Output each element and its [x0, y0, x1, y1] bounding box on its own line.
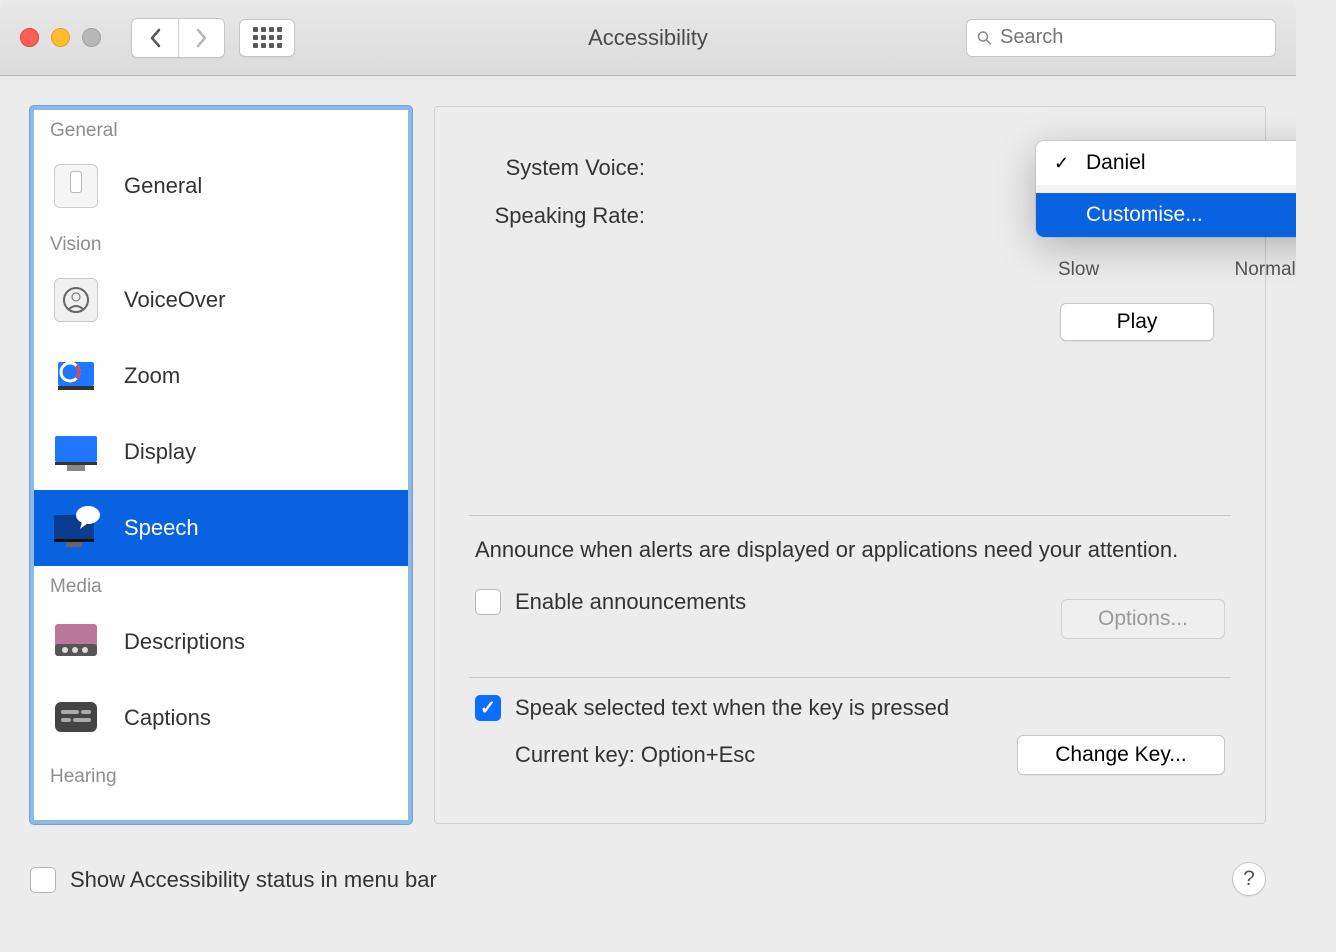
- sidebar-item-label: General: [124, 173, 202, 199]
- current-key-label: Current key: Option+Esc: [515, 742, 755, 768]
- show-status-label: Show Accessibility status in menu bar: [70, 867, 437, 893]
- traffic-lights: [20, 28, 101, 47]
- dropdown-item-label: Daniel: [1086, 151, 1146, 175]
- content: General General Vision VoiceOver Zoom: [0, 76, 1296, 848]
- captions-icon: [50, 692, 102, 744]
- show-all-button[interactable]: [239, 19, 295, 57]
- window: Accessibility General General Vision Voi…: [0, 0, 1296, 912]
- speech-icon: [50, 502, 102, 554]
- sidebar-item-voiceover[interactable]: VoiceOver: [34, 262, 408, 338]
- speak-selected-checkbox[interactable]: [475, 695, 501, 721]
- enable-announcements-label: Enable announcements: [515, 589, 746, 615]
- section-header-general: General: [34, 110, 408, 148]
- slider-label-slow: Slow: [1058, 259, 1099, 281]
- speaking-rate-labels: Slow Normal Fast: [1058, 259, 1296, 281]
- play-button[interactable]: Play: [1060, 303, 1214, 341]
- sidebar-item-label: Speech: [124, 515, 199, 541]
- announce-description: Announce when alerts are displayed or ap…: [475, 535, 1225, 565]
- sidebar-item-descriptions[interactable]: Descriptions: [34, 604, 408, 680]
- minimize-window-button[interactable]: [51, 28, 70, 47]
- titlebar: Accessibility: [0, 0, 1296, 76]
- show-status-row: Show Accessibility status in menu bar: [30, 867, 437, 893]
- search-input[interactable]: [1000, 26, 1265, 49]
- show-status-checkbox[interactable]: [30, 867, 56, 893]
- descriptions-icon: [50, 616, 102, 668]
- system-voice-label: System Voice:: [475, 155, 645, 181]
- dropdown-item-customise[interactable]: Customise...: [1036, 193, 1296, 237]
- divider: [469, 677, 1231, 678]
- current-key-row: Current key: Option+Esc Change Key...: [475, 735, 1225, 775]
- sidebar-item-speech[interactable]: Speech: [34, 490, 408, 566]
- voiceover-icon: [50, 274, 102, 326]
- window-title: Accessibility: [588, 25, 708, 51]
- help-button[interactable]: ?: [1232, 862, 1266, 896]
- section-header-vision: Vision: [34, 224, 408, 262]
- dropdown-item-daniel[interactable]: ✓ Daniel: [1036, 141, 1296, 185]
- main-panel: System Voice: Speaking Rate: Slow Normal…: [434, 106, 1266, 824]
- change-key-button[interactable]: Change Key...: [1017, 735, 1225, 775]
- chevron-right-icon: [195, 27, 209, 49]
- options-button: Options...: [1061, 599, 1225, 639]
- bottom-bar: Show Accessibility status in menu bar ?: [0, 848, 1296, 912]
- zoom-icon: [50, 350, 102, 402]
- grid-icon: [253, 27, 282, 48]
- system-voice-dropdown[interactable]: ✓ Daniel Customise...: [1036, 141, 1296, 237]
- sidebar-item-label: VoiceOver: [124, 287, 226, 313]
- forward-button[interactable]: [178, 19, 224, 57]
- close-window-button[interactable]: [20, 28, 39, 47]
- sidebar-item-captions[interactable]: Captions: [34, 680, 408, 756]
- nav-buttons: [131, 18, 225, 58]
- sidebar-item-label: Zoom: [124, 363, 180, 389]
- search-field[interactable]: [966, 19, 1276, 57]
- display-icon: [50, 426, 102, 478]
- section-header-hearing: Hearing: [34, 756, 408, 794]
- sidebar-item-zoom[interactable]: Zoom: [34, 338, 408, 414]
- slider-label-normal: Normal: [1235, 259, 1296, 281]
- sidebar-item-general[interactable]: General: [34, 148, 408, 224]
- dropdown-item-label: Customise...: [1086, 203, 1203, 227]
- search-icon: [977, 28, 992, 48]
- zoom-window-button: [82, 28, 101, 47]
- divider: [469, 515, 1231, 516]
- sidebar-item-display[interactable]: Display: [34, 414, 408, 490]
- general-icon: [50, 160, 102, 212]
- back-button[interactable]: [132, 19, 178, 57]
- announce-section: Announce when alerts are displayed or ap…: [475, 535, 1225, 615]
- speaking-rate-label: Speaking Rate:: [475, 203, 645, 229]
- enable-announcements-checkbox[interactable]: [475, 589, 501, 615]
- sidebar[interactable]: General General Vision VoiceOver Zoom: [30, 106, 412, 824]
- speak-selected-label: Speak selected text when the key is pres…: [515, 695, 949, 721]
- chevron-left-icon: [148, 27, 162, 49]
- dropdown-separator: [1036, 185, 1296, 193]
- speak-selected-row: Speak selected text when the key is pres…: [475, 695, 1225, 721]
- speak-selected-section: Speak selected text when the key is pres…: [475, 695, 1225, 775]
- section-header-media: Media: [34, 566, 408, 604]
- checkmark-icon: ✓: [1054, 153, 1074, 174]
- sidebar-item-label: Descriptions: [124, 629, 245, 655]
- sidebar-item-label: Captions: [124, 705, 211, 731]
- sidebar-item-label: Display: [124, 439, 196, 465]
